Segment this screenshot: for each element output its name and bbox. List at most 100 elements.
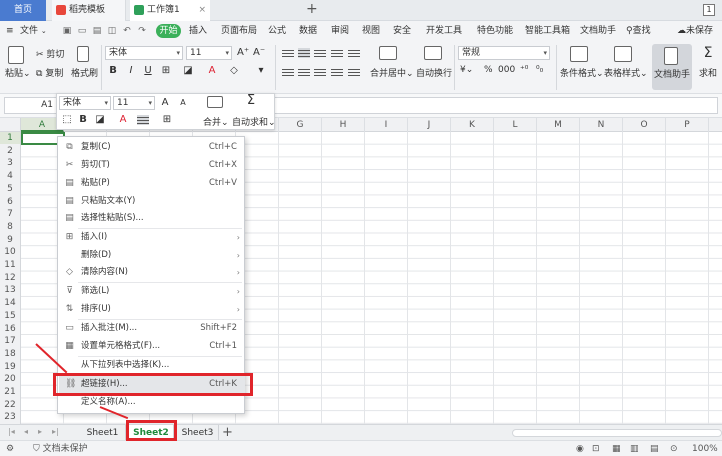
context-menu-item[interactable]: ⇅ 排序(U) › <box>59 301 245 318</box>
reading-mode-icon[interactable]: ⊡ <box>592 441 600 456</box>
paste-button[interactable]: 粘贴⌄ <box>5 66 31 79</box>
mini-bold-button[interactable]: B <box>77 114 89 126</box>
row-header[interactable]: 17 <box>0 335 20 347</box>
bold-button[interactable]: B <box>107 65 119 77</box>
row-header[interactable]: 20 <box>0 373 20 385</box>
table-style-icon[interactable] <box>614 46 632 62</box>
row-header[interactable]: 12 <box>0 272 20 284</box>
align-left-icon[interactable] <box>282 67 294 77</box>
tab-workbook[interactable]: 工作簿1 × <box>130 0 210 21</box>
undo-icon[interactable]: ↶ <box>122 26 132 36</box>
page-break-view-icon[interactable]: ▤ <box>650 441 659 456</box>
context-menu-item[interactable]: ⧉ 复制(C) Ctrl+C <box>59 139 245 156</box>
row-header[interactable]: 19 <box>0 361 20 373</box>
conditional-format-button[interactable]: 条件格式⌄ <box>560 66 604 79</box>
column-header[interactable]: N <box>580 118 623 132</box>
normal-view-icon[interactable]: ▦ <box>612 441 621 456</box>
name-box[interactable]: A1 <box>4 97 57 114</box>
menu-data[interactable]: 数据 <box>299 21 317 41</box>
row-header[interactable]: 22 <box>0 399 20 411</box>
column-header[interactable]: J <box>408 118 451 132</box>
context-menu-item[interactable]: 删除(D) › <box>59 247 245 264</box>
percent-button[interactable]: % <box>484 65 493 75</box>
table-style-button[interactable]: 表格样式⌄ <box>604 66 648 79</box>
grow-font-icon[interactable]: A⁺ <box>237 47 249 59</box>
ribbon-more-icon[interactable]: ▾ <box>255 65 267 77</box>
row-header[interactable]: 7 <box>0 208 20 220</box>
context-menu-item[interactable]: ▤ 选择性粘贴(S)... <box>59 210 245 227</box>
merge-center-button[interactable]: 合并居中⌄ <box>370 66 414 79</box>
increase-decimal-icon[interactable]: ⁺⁰ <box>520 65 528 75</box>
save-icon[interactable]: ▣ <box>62 26 72 36</box>
context-menu-item[interactable]: 定义名称(A)... <box>59 394 245 411</box>
zoom-control-icon[interactable]: ⊙ <box>670 441 678 456</box>
first-sheet-icon[interactable]: |◂ <box>8 427 15 436</box>
context-menu-item[interactable]: ▦ 设置单元格格式(F)... Ctrl+1 <box>59 338 245 355</box>
row-header[interactable]: 23 <box>0 411 20 423</box>
row-header[interactable]: 18 <box>0 348 20 360</box>
column-header[interactable]: G <box>279 118 322 132</box>
row-header[interactable]: 14 <box>0 297 20 309</box>
window-count-badge[interactable]: 1 <box>703 4 715 16</box>
thousands-button[interactable]: 000 <box>498 65 515 75</box>
select-all-corner[interactable] <box>0 118 21 132</box>
mini-fill-color-icon[interactable]: ◪ <box>94 114 106 126</box>
context-menu-item[interactable]: ✂ 剪切(T) Ctrl+X <box>59 157 245 174</box>
row-header[interactable]: 1 <box>0 132 20 144</box>
context-menu-item[interactable]: ▭ 插入批注(M)... Shift+F2 <box>59 320 245 337</box>
row-header[interactable]: 8 <box>0 221 20 233</box>
align-bottom-icon[interactable] <box>314 48 326 58</box>
shrink-font-icon[interactable]: A⁻ <box>253 47 265 59</box>
column-header[interactable]: O <box>623 118 666 132</box>
row-header[interactable]: 15 <box>0 310 20 322</box>
tab-daoke-templates[interactable]: 稻壳模板 <box>52 0 126 21</box>
column-header[interactable]: H <box>322 118 365 132</box>
context-menu-item[interactable]: 从下拉列表中选择(K)... <box>59 357 245 374</box>
row-header[interactable]: 13 <box>0 284 20 296</box>
paste-icon[interactable] <box>8 46 24 64</box>
hamburger-icon[interactable]: ≡ <box>6 21 14 41</box>
unsaved-status[interactable]: ☁未保存 <box>677 21 713 41</box>
row-header[interactable]: 16 <box>0 323 20 335</box>
auto-wrap-icon[interactable] <box>424 46 442 60</box>
row-header[interactable]: 5 <box>0 183 20 195</box>
format-painter-icon[interactable] <box>77 46 89 62</box>
row-header[interactable]: 21 <box>0 386 20 398</box>
context-menu-item[interactable]: ◇ 清除内容(N) › <box>59 264 245 281</box>
column-header[interactable]: P <box>666 118 709 132</box>
align-middle-icon[interactable] <box>298 48 310 58</box>
menu-file[interactable]: 文件 ⌄ <box>20 21 47 41</box>
print-icon[interactable]: ▤ <box>92 26 102 36</box>
sheet-tab-sheet1[interactable]: Sheet1 <box>80 425 126 441</box>
indent-icon[interactable] <box>331 48 343 58</box>
clear-format-icon[interactable]: ◇ <box>228 65 240 77</box>
mini-merge-button[interactable]: 合并⌄ <box>203 115 229 128</box>
menu-page-layout[interactable]: 页面布局 <box>221 21 257 41</box>
zoom-level[interactable]: 100% <box>692 441 718 456</box>
align-right-icon[interactable] <box>314 67 326 77</box>
redo-icon[interactable]: ↷ <box>137 26 147 36</box>
close-tab-icon[interactable]: × <box>198 0 206 21</box>
copy-button[interactable]: ⧉ 复制 <box>36 66 63 79</box>
mini-merge-icon[interactable] <box>207 96 223 108</box>
doc-helper-button[interactable]: 文档助手 <box>652 44 692 90</box>
row-header[interactable]: 2 <box>0 145 20 157</box>
sum-button[interactable]: 求和 <box>699 66 717 79</box>
menu-insert[interactable]: 插入 <box>189 21 207 41</box>
menu-security[interactable]: 安全 <box>393 21 411 41</box>
underline-button[interactable]: U <box>142 65 154 77</box>
context-menu-item[interactable]: ▤ 粘贴(P) Ctrl+V <box>59 175 245 192</box>
column-header[interactable]: I <box>365 118 408 132</box>
prev-sheet-icon[interactable]: ◂ <box>24 427 28 436</box>
context-menu-item[interactable]: ⊞ 插入(I) › <box>59 229 245 246</box>
mini-sum-icon[interactable]: Σ <box>243 94 259 107</box>
formula-input[interactable] <box>250 97 718 114</box>
outdent-icon[interactable] <box>348 48 360 58</box>
row-header[interactable]: 11 <box>0 259 20 271</box>
mini-table-icon[interactable]: ⊞ <box>161 114 173 126</box>
last-sheet-icon[interactable]: ▸| <box>52 427 59 436</box>
eye-protect-icon[interactable]: ◉ <box>576 441 584 456</box>
cut-button[interactable]: ✂ 剪切 <box>36 47 64 60</box>
menu-special[interactable]: 特色功能 <box>477 21 513 41</box>
new-tab-button[interactable]: + <box>306 0 318 21</box>
